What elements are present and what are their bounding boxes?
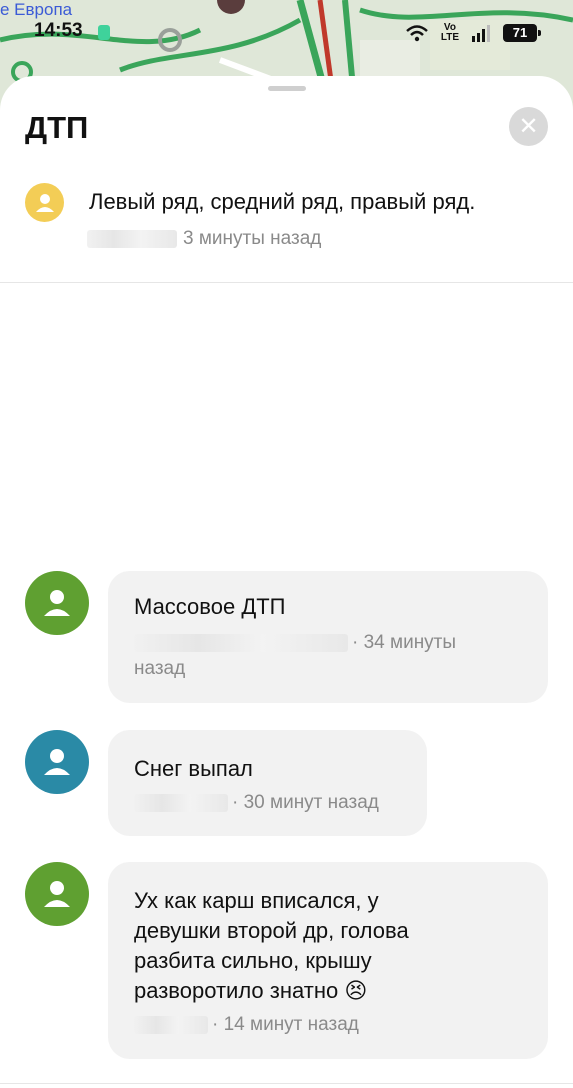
comment-text-line: разбита сильно, крышу [134, 948, 372, 973]
redacted-author [87, 230, 177, 248]
sheet-title: ДТП [25, 110, 89, 145]
battery-icon: 71 [503, 24, 541, 42]
avatar [25, 183, 64, 222]
status-time: 14:53 [34, 20, 83, 41]
comment-text: Массовое ДТП [134, 594, 286, 619]
comment-text-line: девушки второй др, голова [134, 918, 409, 943]
redacted-author [134, 634, 348, 652]
comment-time: · 30 минут назад [232, 792, 379, 813]
comment-time: · 34 минуты [352, 632, 457, 653]
map-place-label: е Европа [0, 0, 73, 19]
status-icons: Vo LTE 71 [405, 21, 541, 45]
user-icon [35, 193, 54, 212]
comment-bubble[interactable]: Снег выпал · 30 минут назад [108, 730, 427, 836]
notification-app-icon [98, 25, 110, 40]
avatar [25, 862, 89, 926]
redacted-author [134, 794, 228, 812]
comment-meta: · 34 минуты [134, 630, 456, 656]
comments-sheet: ДТП ✕ Левый ряд, средний ряд, правый ряд… [0, 76, 573, 1088]
volte-icon: Vo LTE [440, 22, 459, 43]
redacted-author [134, 1016, 208, 1034]
close-icon: ✕ [518, 113, 539, 140]
avatar [25, 571, 89, 635]
wifi-icon [406, 25, 428, 42]
comment-meta: · 30 минут назад [134, 790, 379, 816]
comment-time: 3 минуты назад [183, 228, 322, 249]
user-icon [44, 590, 70, 616]
comment-text-line: разворотило знатно 😣 [134, 978, 368, 1003]
avatar [25, 730, 89, 794]
comment-meta: · 14 минут назад [134, 1012, 359, 1038]
comment-text: Снег выпал [134, 756, 253, 781]
comment-text-line: Ух как карш вписался, у [134, 888, 379, 913]
comment-time: · 14 минут назад [212, 1014, 359, 1035]
divider [0, 282, 573, 283]
user-icon [44, 881, 70, 907]
comment-bubble[interactable]: Массовое ДТП · 34 минуты назад [108, 571, 548, 703]
comment-bubble[interactable]: Ух как карш вписался, у девушки второй д… [108, 862, 548, 1059]
comment-time-cont: назад [134, 658, 186, 679]
top-comment-meta: 3 минуты назад [87, 228, 321, 250]
top-comment-text: Левый ряд, средний ряд, правый ряд. [89, 189, 476, 214]
close-button[interactable]: ✕ [509, 107, 548, 146]
status-bar: е Европа 14:53 Vo LTE 71 [0, 0, 573, 70]
sheet-grabber[interactable] [268, 86, 306, 91]
user-icon [44, 749, 70, 775]
divider [0, 1083, 573, 1084]
signal-icon [472, 25, 490, 42]
